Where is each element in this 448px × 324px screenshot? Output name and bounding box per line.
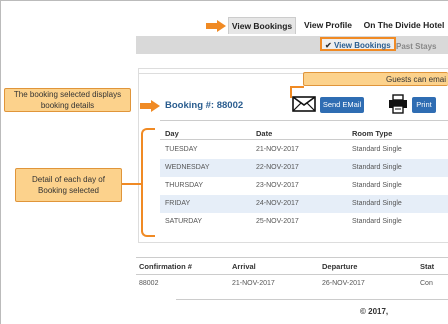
- col-head-departure: Departure: [322, 262, 358, 271]
- cell-date: 22-NOV-2017: [256, 164, 299, 171]
- col-head-confirmation: Confirmation #: [139, 262, 192, 271]
- tab-view-bookings[interactable]: View Bookings: [228, 17, 296, 34]
- cell-date: 23-NOV-2017: [256, 182, 299, 189]
- bracket-connector: [122, 183, 141, 185]
- printer-icon[interactable]: [388, 94, 408, 114]
- col-head-status: Stat: [420, 262, 435, 271]
- summary-confirmation[interactable]: 88002: [139, 280, 158, 287]
- table-row[interactable]: TUESDAY 21-NOV-2017 Standard Single: [160, 141, 448, 159]
- arrow-to-view-bookings: [206, 20, 226, 32]
- callout-connector-h: [290, 86, 304, 88]
- cell-day: WEDNESDAY: [165, 164, 210, 171]
- header-divider: [160, 139, 448, 140]
- divider: [160, 120, 448, 121]
- summary-status: Con: [420, 280, 433, 287]
- footer-divider: [176, 299, 448, 300]
- callout-booking-selected: The booking selected displays booking de…: [4, 88, 131, 112]
- check-icon: ✔: [325, 41, 332, 50]
- col-head-arrival: Arrival: [232, 262, 256, 271]
- cell-date: 24-NOV-2017: [256, 200, 299, 207]
- col-head-date: Date: [256, 129, 273, 138]
- summary-departure: 26-NOV-2017: [322, 280, 365, 287]
- summary-header-divider: [136, 274, 448, 275]
- tab-on-the-divide-hotel[interactable]: On The Divide Hotel: [362, 17, 446, 34]
- table-row[interactable]: FRIDAY 24-NOV-2017 Standard Single: [160, 195, 448, 213]
- booking-title: Booking #: 88002: [165, 100, 244, 111]
- footer-copyright: © 2017,: [360, 307, 389, 316]
- tab-view-profile[interactable]: View Profile: [298, 17, 358, 34]
- envelope-icon[interactable]: [292, 96, 316, 112]
- cell-room: Standard Single: [352, 218, 402, 225]
- cell-day: FRIDAY: [165, 200, 191, 207]
- arrow-to-booking-title: [140, 100, 160, 112]
- cell-day: TUESDAY: [165, 146, 198, 153]
- cell-room: Standard Single: [352, 200, 402, 207]
- cell-date: 21-NOV-2017: [256, 146, 299, 153]
- col-head-room-type: Room Type: [352, 129, 393, 138]
- send-email-button[interactable]: Send EMail: [320, 97, 364, 113]
- detail-bracket: [141, 128, 155, 237]
- table-row[interactable]: WEDNESDAY 22-NOV-2017 Standard Single: [160, 159, 448, 177]
- callout-guests-email: Guests can emai: [303, 72, 448, 86]
- subnav-past-stays[interactable]: Past Stays: [396, 40, 436, 54]
- table-row[interactable]: SATURDAY 25-NOV-2017 Standard Single: [160, 213, 448, 231]
- cell-day: SATURDAY: [165, 218, 203, 225]
- cell-room: Standard Single: [352, 182, 402, 189]
- cell-date: 25-NOV-2017: [256, 218, 299, 225]
- summary-arrival: 21-NOV-2017: [232, 280, 275, 287]
- summary-top-divider: [136, 257, 448, 258]
- cell-day: THURSDAY: [165, 182, 203, 189]
- subnav-view-bookings[interactable]: ✔ View Bookings: [320, 37, 396, 51]
- table-row[interactable]: THURSDAY 23-NOV-2017 Standard Single: [160, 177, 448, 195]
- cell-room: Standard Single: [352, 146, 402, 153]
- print-button[interactable]: Print: [412, 97, 436, 113]
- col-head-day: Day: [165, 129, 179, 138]
- cell-room: Standard Single: [352, 164, 402, 171]
- callout-detail-each-day: Detail of each day of Booking selected: [15, 168, 122, 202]
